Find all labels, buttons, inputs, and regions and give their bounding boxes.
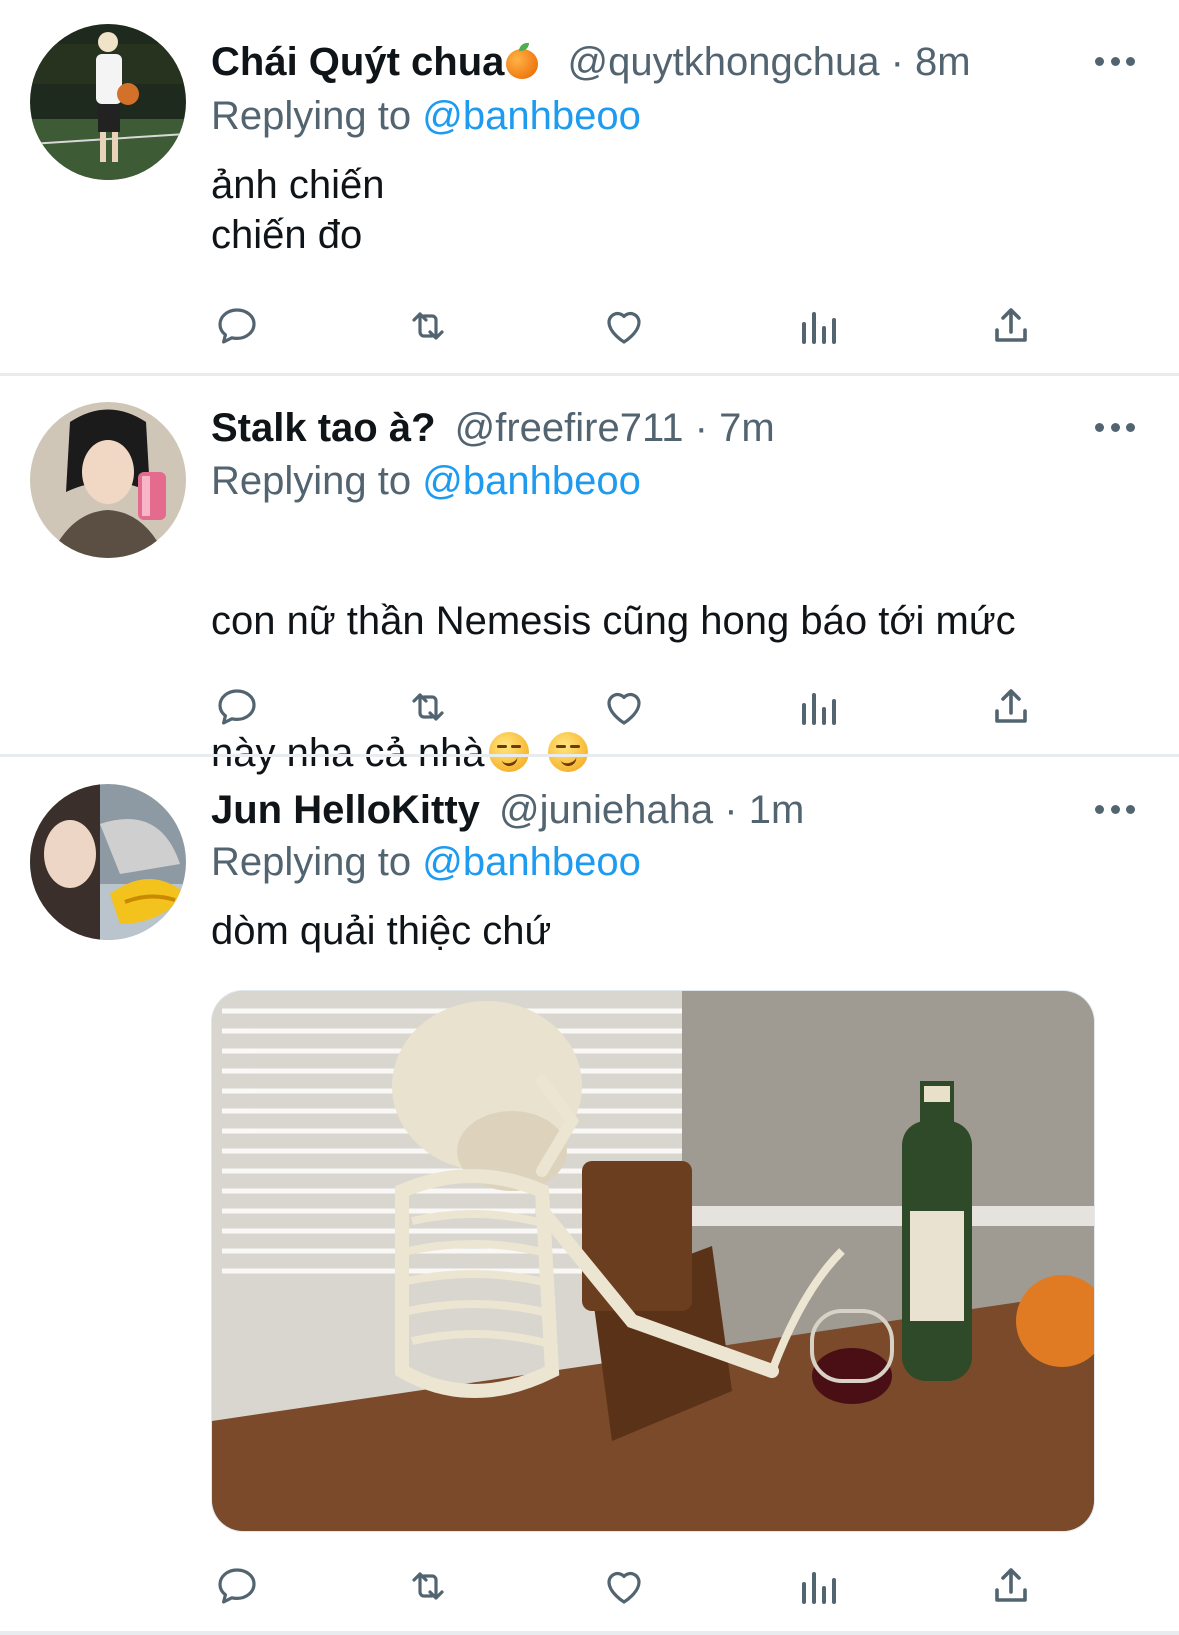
divider	[0, 754, 1179, 757]
action-bar	[0, 300, 1179, 350]
more-options-icon[interactable]	[1095, 421, 1135, 433]
skeleton-photo	[212, 991, 1094, 1531]
tweet-text: ảnh chiến chiến đo	[211, 163, 385, 257]
analytics-icon[interactable]	[792, 1560, 844, 1612]
replying-to: Replying to @banhbeoo	[211, 457, 641, 505]
retweet-icon[interactable]	[402, 1560, 454, 1612]
reply-icon[interactable]	[211, 681, 263, 733]
replying-to: Replying to @banhbeoo	[211, 92, 641, 140]
share-icon[interactable]	[985, 1560, 1037, 1612]
more-options-icon[interactable]	[1095, 803, 1135, 815]
share-icon[interactable]	[985, 300, 1037, 352]
replying-to-label: Replying to	[211, 94, 423, 138]
analytics-icon[interactable]	[792, 300, 844, 352]
media-image[interactable]	[211, 990, 1095, 1532]
tweet-header: Chái Quýt chua @quytkhongchua · 8m	[211, 38, 971, 86]
replying-to-link[interactable]: @banhbeoo	[422, 840, 641, 884]
like-icon[interactable]	[598, 1560, 650, 1612]
action-bar	[0, 681, 1179, 731]
tweet-header: Stalk tao à? @freefire711 · 7m	[211, 404, 775, 452]
avatar[interactable]	[30, 24, 186, 180]
handle[interactable]: @quytkhongchua	[568, 40, 880, 84]
orange-fruit-icon	[506, 43, 539, 79]
divider	[0, 373, 1179, 376]
timestamp[interactable]: · 7m	[695, 406, 775, 450]
replying-to-label: Replying to	[211, 459, 423, 503]
replying-to-link[interactable]: @banhbeoo	[422, 459, 641, 503]
share-icon[interactable]	[985, 681, 1037, 733]
handle[interactable]: @freefire711	[455, 406, 684, 450]
replying-to: Replying to @banhbeoo	[211, 838, 641, 886]
replying-to-link[interactable]: @banhbeoo	[422, 94, 641, 138]
tweet-text: dòm quải thiệc chứ	[211, 909, 552, 953]
analytics-icon[interactable]	[792, 681, 844, 733]
avatar[interactable]	[30, 784, 186, 940]
tweet-text-line-1: con nữ thần Nemesis cũng hong báo tới mứ…	[211, 599, 1016, 643]
tweet-text-line-2-text: này nha cả nhà	[211, 731, 485, 775]
timestamp[interactable]: · 8m	[891, 40, 971, 84]
display-name[interactable]: Jun HelloKitty	[211, 788, 480, 832]
handle[interactable]: @juniehaha	[499, 788, 713, 832]
smirking-face-icon	[488, 732, 529, 772]
reply-icon[interactable]	[211, 1560, 263, 1612]
like-icon[interactable]	[598, 300, 650, 352]
divider	[0, 1631, 1179, 1635]
avatar[interactable]	[30, 402, 186, 558]
display-name[interactable]: Chái Quýt chua	[211, 40, 504, 84]
like-icon[interactable]	[598, 681, 650, 733]
smirking-face-icon	[547, 732, 588, 772]
replying-to-label: Replying to	[211, 840, 423, 884]
retweet-icon[interactable]	[402, 300, 454, 352]
retweet-icon[interactable]	[402, 681, 454, 733]
tweet-header: Jun HelloKitty @juniehaha · 1m	[211, 786, 804, 834]
display-name[interactable]: Stalk tao à?	[211, 406, 436, 450]
more-options-icon[interactable]	[1095, 55, 1135, 67]
reply-icon[interactable]	[211, 300, 263, 352]
action-bar	[0, 1560, 1179, 1610]
timestamp[interactable]: · 1m	[724, 788, 804, 832]
